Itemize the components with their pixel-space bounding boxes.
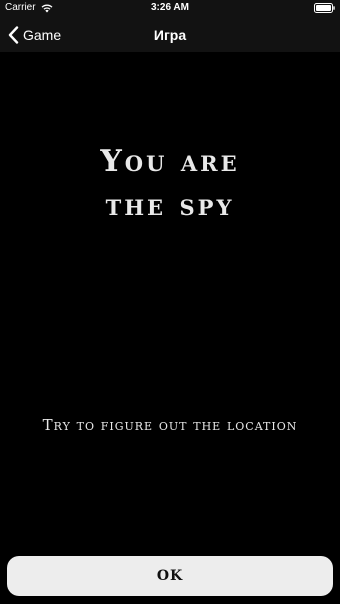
ok-button-label: OK	[156, 568, 184, 584]
headline-line-1: You are	[100, 144, 240, 179]
spy-reveal-screen: Carrier 3:26 AM Game Игра You are the sp…	[0, 0, 340, 604]
role-headline: You are the spy	[0, 140, 340, 228]
ok-button[interactable]: OK	[7, 556, 333, 596]
headline-line-2: the spy	[105, 188, 235, 223]
battery-icon	[314, 3, 335, 13]
page-title: Игра	[153, 27, 187, 43]
navigation-bar: Game Игра	[0, 18, 340, 52]
status-time: 3:26 AM	[151, 2, 189, 13]
status-bar: Carrier 3:26 AM	[0, 0, 340, 18]
instruction-text: Try to figure out the location	[42, 416, 298, 434]
